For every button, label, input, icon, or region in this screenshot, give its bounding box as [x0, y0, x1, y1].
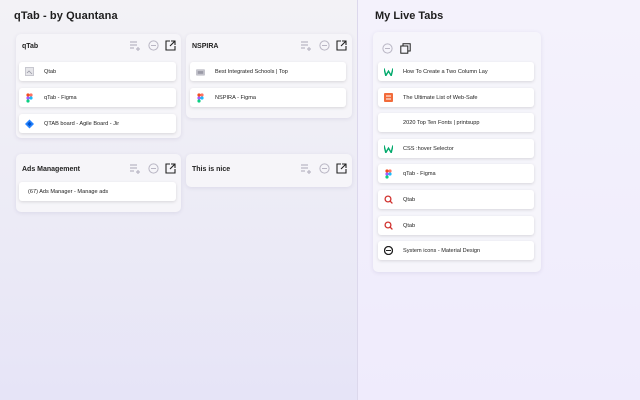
group-header: Ads Management — [16, 154, 181, 178]
group-title: NSPIRA — [192, 43, 219, 50]
live-tabs-actions — [382, 43, 411, 54]
tab-label: CSS :hover Selector — [403, 145, 454, 152]
page-icon — [25, 67, 34, 76]
figma-icon — [196, 92, 205, 103]
live-tabs-title: My Live Tabs — [375, 10, 444, 22]
tab-label: NSPIRA - Figma — [215, 94, 257, 101]
live-tab-item[interactable]: How To Create a Two Column Lay — [378, 62, 534, 81]
live-tab-item[interactable]: qTab - Figma — [378, 164, 534, 183]
tab-item[interactable]: qTab - Figma — [19, 88, 176, 107]
playlist-add-icon[interactable] — [130, 163, 142, 174]
playlist-add-icon[interactable] — [301, 163, 313, 174]
tab-label: qTab - Figma — [403, 170, 436, 177]
search-icon — [384, 195, 393, 204]
group-actions — [301, 40, 347, 51]
playlist-add-icon[interactable] — [301, 40, 313, 51]
group-actions — [130, 40, 176, 51]
live-tab-item[interactable]: The Ultimate List of Web-Safe — [378, 88, 534, 107]
jira-icon — [25, 119, 34, 128]
tab-item[interactable]: (67) Ads Manager - Manage ads — [19, 182, 176, 201]
group-title: This is nice — [192, 166, 231, 173]
live-tab-item[interactable]: CSS :hover Selector — [378, 139, 534, 158]
minus-circle-icon[interactable] — [148, 40, 159, 51]
open-external-icon[interactable] — [336, 40, 347, 51]
tab-label: QTAB board - Agile Board - Jir — [44, 120, 120, 127]
groups-pane: qTab - by Quantana qTab Qtab qTab - Figm… — [0, 0, 357, 400]
tab-label: (67) Ads Manager - Manage ads — [28, 188, 109, 195]
copy-icon[interactable] — [400, 43, 411, 54]
w3schools-icon — [384, 67, 393, 76]
playlist-add-icon[interactable] — [130, 40, 142, 51]
group-header: This is nice — [186, 154, 352, 178]
minus-circle-icon[interactable] — [319, 163, 330, 174]
tab-label: Best Integrated Schools | Top — [215, 68, 288, 75]
live-tab-item[interactable]: Qtab — [378, 190, 534, 209]
tab-item[interactable]: QTAB board - Agile Board - Jir — [19, 114, 176, 133]
tab-label: 2020 Top Ten Fonts | printsupp — [403, 119, 480, 126]
live-tab-item[interactable]: Qtab — [378, 216, 534, 235]
tab-label: qTab - Figma — [44, 94, 77, 101]
minus-circle-icon[interactable] — [382, 43, 393, 54]
tab-label: Qtab — [403, 196, 416, 203]
group-title: qTab — [22, 43, 39, 50]
open-external-icon[interactable] — [336, 163, 347, 174]
app-title: qTab - by Quantana — [14, 10, 118, 22]
tab-item[interactable]: Best Integrated Schools | Top — [190, 62, 346, 81]
tab-label: Qtab — [403, 222, 416, 229]
orange-square-icon — [384, 93, 393, 102]
school-icon — [196, 67, 205, 76]
live-tab-item[interactable]: System icons - Material Design — [378, 241, 534, 260]
figma-icon — [25, 92, 34, 103]
search-icon — [384, 221, 393, 230]
tab-label: Qtab — [44, 68, 57, 75]
tab-label: System icons - Material Design — [403, 247, 481, 254]
live-tab-item[interactable]: 2020 Top Ten Fonts | printsupp — [378, 113, 534, 132]
group-header: qTab — [16, 34, 181, 58]
open-external-icon[interactable] — [165, 163, 176, 174]
w3schools-icon — [384, 144, 393, 153]
material-icon — [384, 246, 393, 255]
group-header: NSPIRA — [186, 34, 352, 58]
group-actions — [130, 163, 176, 174]
tab-label: The Ultimate List of Web-Safe — [403, 94, 478, 101]
group-actions — [301, 163, 347, 174]
group-title: Ads Management — [22, 166, 80, 173]
tab-item[interactable]: Qtab — [19, 62, 176, 81]
minus-circle-icon[interactable] — [148, 163, 159, 174]
group-card-this-is-nice: This is nice — [186, 154, 352, 187]
figma-icon — [384, 168, 393, 179]
tab-label: How To Create a Two Column Lay — [403, 68, 488, 75]
blank-icon — [384, 118, 393, 127]
open-external-icon[interactable] — [165, 40, 176, 51]
minus-circle-icon[interactable] — [319, 40, 330, 51]
tab-item[interactable]: NSPIRA - Figma — [190, 88, 346, 107]
